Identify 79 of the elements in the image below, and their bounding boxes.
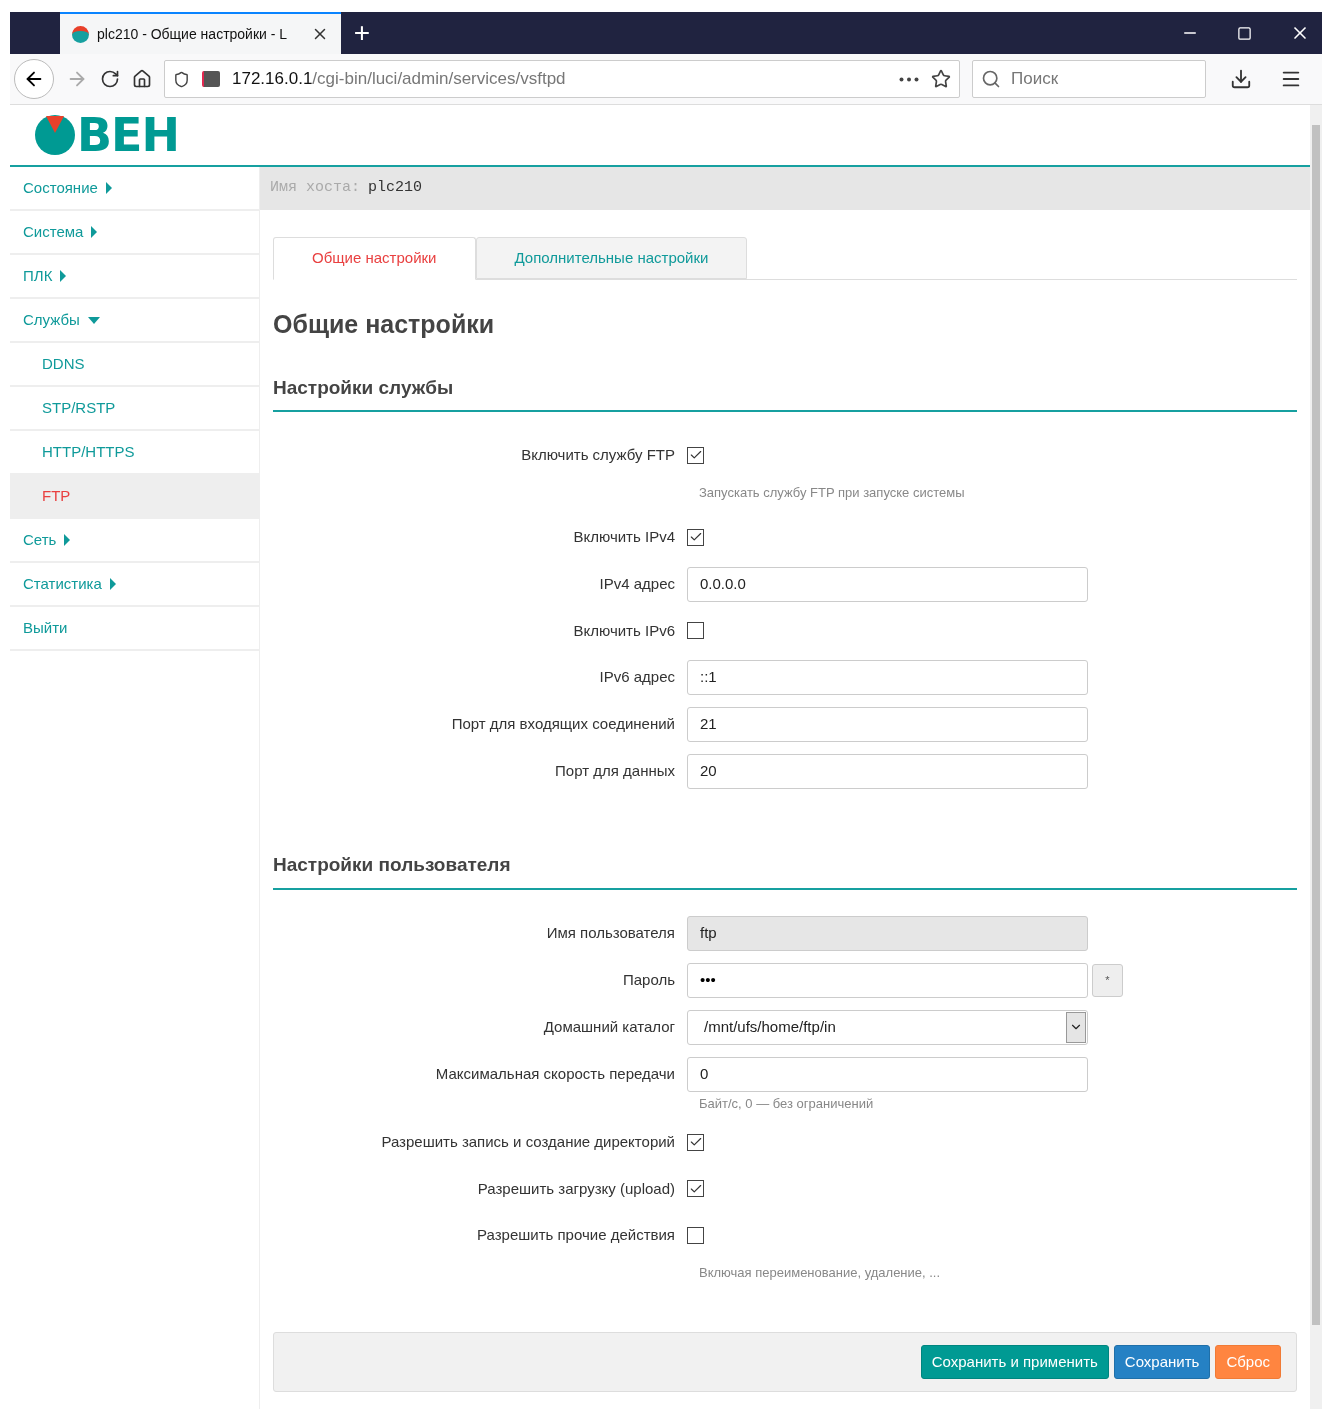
password-field[interactable]: ••• [687,962,1088,998]
caret-right-icon [109,578,116,590]
caret-right-icon [60,270,67,282]
section-heading: Настройки службы [273,373,1297,412]
input-field[interactable]: 20 [687,754,1088,789]
new-tab-button[interactable]: + [341,12,383,54]
lock-icon [202,71,220,87]
field-label: Имя пользователя [545,922,676,943]
sidebar-item[interactable]: Статистика [10,563,259,607]
field-label: Порт для входящих соединений [450,714,676,735]
action-button[interactable]: Сохранить [1113,1345,1211,1379]
checkbox[interactable] [687,1133,704,1151]
hostname-value: plc210 [368,178,423,199]
page-heading: Общие настройки [273,309,496,340]
field-label: Максимальная скорость передачи [434,1063,676,1084]
input-field[interactable]: ::1 [687,660,1088,695]
home-icon[interactable] [132,69,152,89]
field-label: Разрешить загрузку (upload) [476,1178,676,1199]
logo-text: ВЕН [77,112,179,158]
caret-right-icon [64,534,71,546]
field-label: IPv6 адрес [598,667,676,688]
reload-icon[interactable] [100,69,120,89]
input-field[interactable]: 0.0.0.0 [687,566,1088,602]
browser-tab[interactable]: plc210 - Общие настройки - L [60,12,341,54]
sidebar-item[interactable]: FTP [10,475,259,519]
download-icon[interactable] [1230,68,1252,90]
url-path: /cgi-bin/luci/admin/services/vsftpd [312,69,566,89]
search-icon [981,69,1001,89]
sidebar-item[interactable]: Состояние [10,167,259,211]
caret-right-icon [105,182,112,194]
checkbox[interactable] [687,1180,704,1198]
chevron-icon [1066,1011,1086,1043]
sidebar-item[interactable]: Службы [10,299,259,343]
field-label: IPv4 адрес [598,573,676,594]
input-field[interactable]: 21 [687,707,1088,742]
sidebar-item[interactable]: Сеть [10,519,259,563]
field-label: Разрешить прочие действия [476,1225,676,1245]
shield-icon [173,70,190,88]
section-heading: Настройки пользователя [273,851,1297,890]
field-hint: Байт/с, 0 — без ограничений [699,1094,875,1113]
field-label: Пароль [621,969,676,990]
sidebar-item[interactable]: Система [10,211,259,255]
field-label: Включить IPv6 [572,620,676,641]
reveal-password-button[interactable]: * [1092,963,1123,997]
url-host: 172.16.0.1 [232,69,313,89]
checkbox[interactable] [687,622,704,640]
more-icon[interactable] [899,76,919,82]
action-button[interactable]: Сохранить и применить [920,1345,1109,1379]
sidebar-item[interactable]: DDNS [10,343,259,387]
tab[interactable]: Общие настройки [273,237,476,280]
field-label: Домашний каталог [542,1016,676,1037]
caret-down-icon [87,316,100,324]
caret-right-icon [91,226,98,238]
field-hint: Включая переименование, удаление, ... [699,1263,942,1282]
sidebar-item[interactable]: Выйти [10,607,259,651]
action-button[interactable]: Сброс [1215,1345,1281,1379]
select-dropdown[interactable]: /mnt/ufs/home/ftp/in [687,1009,1088,1045]
favicon-icon [72,25,89,43]
tab[interactable]: Дополнительные настройки [475,237,748,279]
maximize-icon[interactable] [1237,25,1252,41]
checkbox[interactable] [687,528,704,546]
field-label: Включить службу FTP [520,445,676,465]
field-hint: Запускать службу FTP при запуске системы [699,483,966,502]
checkbox[interactable] [687,446,704,464]
scrollbar[interactable] [1310,105,1322,1409]
sidebar-item[interactable]: ПЛК [10,255,259,299]
back-button[interactable] [14,59,54,99]
logo-mark-icon [35,115,75,155]
field-label: Разрешить запись и создание директорий [380,1132,676,1152]
search-field[interactable]: Поиск [972,60,1206,98]
field-label: Порт для данных [554,761,676,782]
sidebar-item[interactable]: STP/RSTP [10,387,259,431]
field-label: Включить IPv4 [572,527,676,547]
tab-title: plc210 - Общие настройки - L [97,24,289,44]
hostname-label: Имя хоста: [270,178,360,199]
star-icon[interactable] [931,69,951,89]
address-bar[interactable]: 172.16.0.1/cgi-bin/luci/admin/services/vsftpd [164,60,960,98]
checkbox[interactable] [687,1226,704,1244]
input-field[interactable]: 0 [687,1056,1088,1092]
